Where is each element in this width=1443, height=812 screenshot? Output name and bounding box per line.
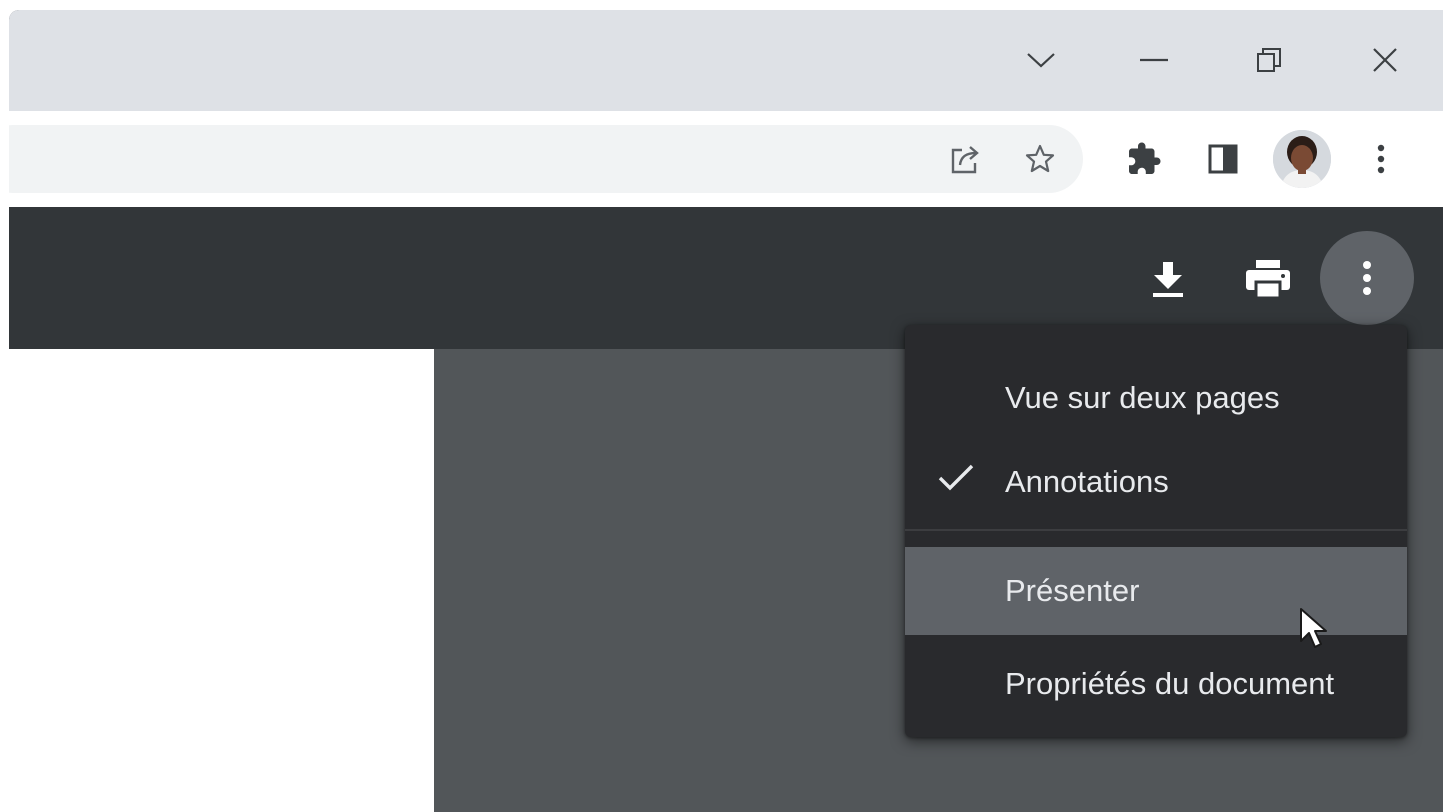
restore-icon[interactable] <box>1245 36 1293 84</box>
checkmark-icon <box>937 463 975 501</box>
menu-separator <box>905 529 1407 531</box>
more-options-button[interactable] <box>1320 231 1414 325</box>
share-icon[interactable] <box>942 135 990 183</box>
more-vert-icon <box>1363 261 1371 295</box>
download-icon[interactable] <box>1142 253 1194 305</box>
print-icon[interactable] <box>1241 253 1295 305</box>
menu-item-annotations[interactable]: Annotations <box>905 439 1407 525</box>
menu-item-label: Propriétés du document <box>1005 666 1335 701</box>
side-panel-icon[interactable] <box>1199 135 1247 183</box>
pdf-page[interactable] <box>9 349 434 812</box>
address-bar[interactable] <box>9 125 1083 193</box>
close-icon[interactable] <box>1361 36 1409 84</box>
pdf-options-menu: Vue sur deux pages Annotations Présenter… <box>905 325 1407 737</box>
menu-item-label: Annotations <box>1005 464 1169 499</box>
minimize-icon[interactable] <box>1130 36 1178 84</box>
tab-search-chevron-down-icon[interactable] <box>1017 36 1065 84</box>
menu-item-document-properties[interactable]: Propriétés du document <box>905 641 1407 727</box>
bookmark-star-icon[interactable] <box>1016 135 1064 183</box>
profile-avatar[interactable] <box>1273 130 1331 188</box>
browser-toolbar <box>9 111 1443 207</box>
browser-window: Vue sur deux pages Annotations Présenter… <box>9 10 1443 812</box>
title-bar <box>9 10 1443 111</box>
menu-item-label: Vue sur deux pages <box>1005 380 1280 415</box>
menu-item-two-page-view[interactable]: Vue sur deux pages <box>905 355 1407 441</box>
extensions-puzzle-icon[interactable] <box>1120 135 1168 183</box>
chrome-menu-icon[interactable] <box>1357 135 1405 183</box>
mouse-cursor-icon <box>1299 607 1331 658</box>
menu-item-present[interactable]: Présenter <box>905 547 1407 635</box>
menu-item-label: Présenter <box>1005 573 1140 608</box>
